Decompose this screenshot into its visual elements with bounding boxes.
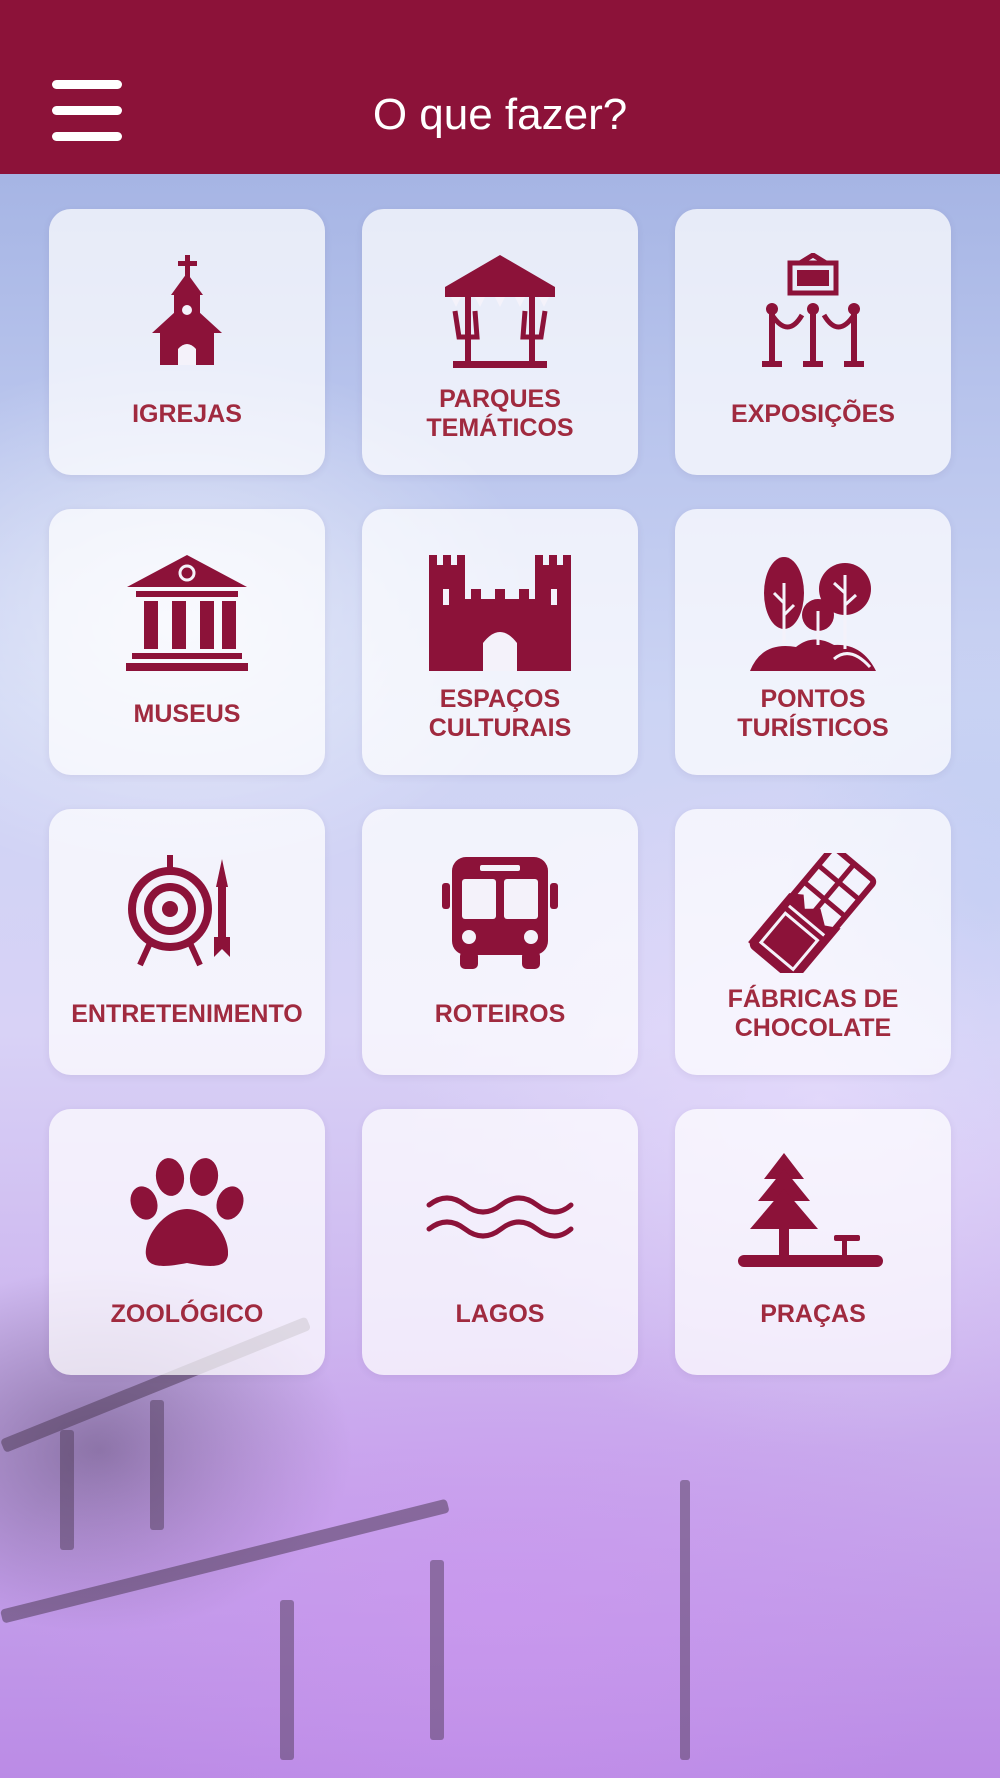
category-tile-exposicoes[interactable]: EXPOSIÇÕES — [675, 209, 951, 475]
category-tile-igrejas[interactable]: IGREJAS — [49, 209, 325, 475]
category-tile-espacos-culturais[interactable]: ESPAÇOS CULTURAIS — [362, 509, 638, 775]
category-grid: IGREJAS PARQUES TEMÁTICOS EXPOSIÇÕES MUS… — [0, 0, 1000, 1778]
category-label: ESPAÇOS CULTURAIS — [428, 685, 572, 742]
category-label: ENTRETENIMENTO — [71, 999, 303, 1028]
category-label: FÁBRICAS DE CHOCOLATE — [727, 985, 899, 1042]
category-tile-pracas[interactable]: PRAÇAS — [675, 1109, 951, 1375]
trees-icon — [750, 557, 876, 671]
category-label: MUSEUS — [133, 699, 241, 728]
category-tile-entretenimento[interactable]: ENTRETENIMENTO — [49, 809, 325, 1075]
category-tile-museus[interactable]: MUSEUS — [49, 509, 325, 775]
category-label: PONTOS TURÍSTICOS — [737, 685, 889, 742]
paw-icon — [130, 1158, 244, 1266]
category-tile-zoologico[interactable]: ZOOLÓGICO — [49, 1109, 325, 1375]
category-label: IGREJAS — [132, 399, 242, 428]
pine-tree-bench-icon — [738, 1153, 883, 1267]
category-tile-roteiros[interactable]: ROTEIROS — [362, 809, 638, 1075]
chocolate-bar-icon — [748, 853, 877, 973]
category-tile-pontos-turisticos[interactable]: PONTOS TURÍSTICOS — [675, 509, 951, 775]
category-tile-parques-tematicos[interactable]: PARQUES TEMÁTICOS — [362, 209, 638, 475]
carousel-icon — [445, 255, 555, 368]
category-label: ROTEIROS — [434, 999, 566, 1028]
category-label: EXPOSIÇÕES — [731, 399, 895, 428]
category-tile-lagos[interactable]: LAGOS — [362, 1109, 638, 1375]
category-label: LAGOS — [455, 1299, 545, 1328]
castle-icon — [429, 555, 571, 671]
church-icon — [152, 255, 222, 365]
category-label: PARQUES TEMÁTICOS — [426, 385, 574, 442]
bus-icon — [442, 857, 558, 969]
category-tile-fabricas-de-chocolate[interactable]: FÁBRICAS DE CHOCOLATE — [675, 809, 951, 1075]
exhibition-rope-icon — [762, 253, 864, 367]
category-label: PRAÇAS — [760, 1299, 866, 1328]
waves-icon — [426, 1195, 574, 1239]
target-dart-icon — [128, 855, 230, 967]
museum-icon — [126, 555, 248, 671]
category-label: ZOOLÓGICO — [110, 1299, 264, 1328]
